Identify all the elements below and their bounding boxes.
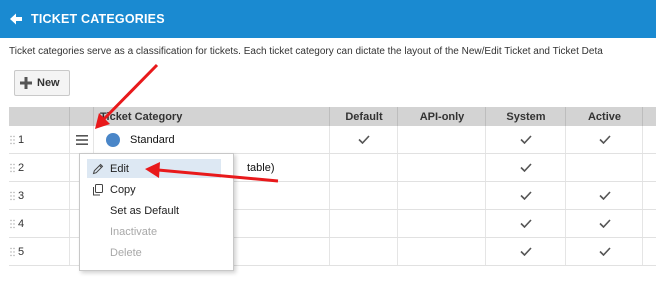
active-cell [565, 126, 643, 153]
checkmark-icon [598, 247, 611, 256]
drag-handle-icon[interactable] [10, 247, 15, 257]
menu-item-delete[interactable]: Delete [87, 243, 221, 262]
checkmark-icon [520, 219, 532, 228]
menu-item-label: Inactivate [110, 225, 158, 238]
default-cell [329, 126, 398, 153]
row-context-menu: Edit Copy Set as Default Inactivate Dele… [79, 153, 234, 271]
column-header-api-only[interactable]: API-only [397, 107, 486, 126]
checkmark-icon [358, 135, 370, 144]
default-cell [329, 154, 398, 181]
row-number-cell: 5 [9, 238, 69, 265]
category-color-dot [106, 132, 120, 147]
table-header: Ticket Category Default API-only System … [9, 107, 656, 126]
spacer-cell [642, 154, 656, 181]
drag-handle-icon[interactable] [10, 135, 15, 145]
header-spacer [642, 107, 656, 126]
api-only-cell [397, 182, 486, 209]
system-cell [485, 238, 566, 265]
header-menu-col [69, 107, 94, 126]
category-cell: Standard [93, 126, 330, 153]
menu-item-label: Edit [110, 162, 129, 175]
row-number: 3 [18, 189, 25, 202]
row-menu-icon[interactable] [76, 134, 88, 145]
drag-handle-icon[interactable] [10, 219, 15, 229]
api-only-cell [397, 154, 486, 181]
menu-item-edit[interactable]: Edit [87, 159, 221, 178]
system-cell [485, 126, 566, 153]
menu-item-label: Set as Default [110, 204, 180, 217]
spacer-cell [642, 238, 656, 265]
row-number-cell: 2 [9, 154, 69, 181]
column-header-ticket-category[interactable]: Ticket Category [93, 107, 330, 126]
api-only-cell [397, 126, 486, 153]
menu-item-copy[interactable]: Copy [87, 180, 221, 199]
row-number: 2 [18, 161, 25, 174]
menu-item-set-as-default[interactable]: Set as Default [87, 201, 221, 220]
checkmark-icon [520, 191, 532, 200]
active-cell [565, 210, 643, 237]
drag-handle-icon[interactable] [10, 163, 15, 173]
row-number-cell: 1 [9, 126, 69, 153]
row-number: 1 [18, 133, 25, 146]
api-only-cell [397, 238, 486, 265]
row-menu-cell[interactable] [69, 126, 94, 153]
default-cell [329, 210, 398, 237]
api-only-cell [397, 210, 486, 237]
row-number: 4 [18, 217, 25, 230]
row-number: 5 [18, 245, 25, 258]
checkmark-icon [520, 135, 532, 144]
active-cell [565, 182, 643, 209]
page-title: TICKET CATEGORIES [31, 12, 165, 26]
system-cell [485, 182, 566, 209]
pencil-icon [92, 163, 104, 174]
page-description: Ticket categories serve as a classificat… [9, 46, 603, 57]
new-button[interactable]: New [14, 70, 70, 96]
checkmark-icon [520, 247, 532, 256]
copy-icon [93, 183, 103, 195]
category-name: table) [247, 161, 275, 174]
spacer-cell [642, 182, 656, 209]
back-arrow-icon[interactable] [9, 12, 23, 26]
checkmark-icon [520, 163, 532, 172]
menu-item-label: Copy [110, 183, 136, 196]
checkmark-icon [598, 191, 611, 200]
menu-item-label: Delete [110, 246, 142, 259]
system-cell [485, 210, 566, 237]
drag-handle-icon[interactable] [10, 191, 15, 201]
default-cell [329, 182, 398, 209]
page-header: TICKET CATEGORIES [0, 0, 656, 38]
row-number-cell: 3 [9, 182, 69, 209]
checkmark-icon [598, 219, 611, 228]
spacer-cell [642, 126, 656, 153]
spacer-cell [642, 210, 656, 237]
active-cell [565, 238, 643, 265]
header-num-col [9, 107, 69, 126]
checkmark-icon [598, 135, 611, 144]
column-header-default[interactable]: Default [329, 107, 398, 126]
row-number-cell: 4 [9, 210, 69, 237]
plus-icon [20, 77, 32, 89]
column-header-active[interactable]: Active [565, 107, 643, 126]
active-cell [565, 154, 643, 181]
new-button-label: New [37, 77, 60, 89]
table-row[interactable]: 1 Standard [9, 126, 656, 154]
default-cell [329, 238, 398, 265]
system-cell [485, 154, 566, 181]
menu-item-inactivate[interactable]: Inactivate [87, 222, 221, 241]
column-header-system[interactable]: System [485, 107, 566, 126]
category-name: Standard [130, 133, 175, 146]
